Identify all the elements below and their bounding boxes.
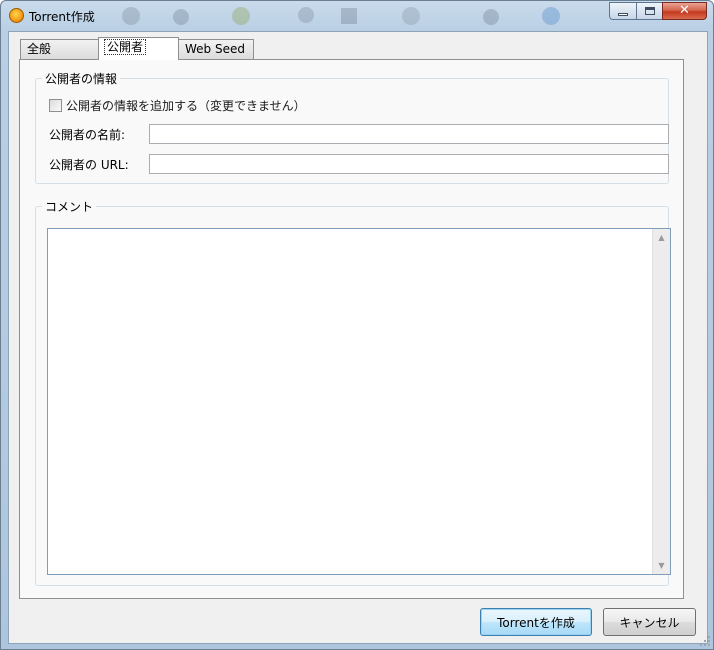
window-controls: ✕: [609, 2, 707, 20]
add-publisher-info-label: 公開者の情報を追加する（変更できません）: [66, 99, 306, 113]
close-icon: ✕: [679, 3, 690, 18]
tab-web-seed[interactable]: Web Seed: [178, 39, 254, 59]
scroll-down-icon[interactable]: ▼: [653, 557, 670, 574]
add-publisher-info-checkbox[interactable]: [49, 99, 62, 112]
publisher-name-input[interactable]: [149, 124, 669, 144]
maximize-icon: [645, 7, 655, 15]
publisher-info-group: 公開者の情報 公開者の情報を追加する（変更できません） 公開者の名前: 公開者の…: [35, 70, 669, 184]
publisher-url-input[interactable]: [149, 154, 669, 174]
maximize-button[interactable]: [636, 2, 662, 20]
utorrent-logo-icon: [9, 8, 24, 23]
title-bar-decoration: [122, 7, 560, 25]
tab-general[interactable]: 全般: [20, 39, 101, 59]
tab-publisher-label: 公開者: [103, 39, 147, 55]
minimize-icon: [618, 13, 628, 16]
comment-scrollbar[interactable]: ▲ ▼: [652, 229, 670, 574]
cancel-button[interactable]: キャンセル: [603, 608, 696, 636]
publisher-name-label: 公開者の名前:: [49, 128, 126, 142]
window-title: Torrent作成: [29, 10, 95, 24]
title-bar[interactable]: Torrent作成 ✕: [1, 1, 713, 31]
torrent-create-window: Torrent作成 ✕ 全般 公開者 Web Seed 公開者の情報 公開者の情…: [0, 0, 714, 650]
tab-web-seed-label: Web Seed: [185, 42, 245, 56]
dialog-client-area: 全般 公開者 Web Seed 公開者の情報 公開者の情報を追加する（変更できま…: [8, 31, 708, 644]
resize-grip-icon[interactable]: [699, 635, 711, 647]
publisher-info-group-title: 公開者の情報: [42, 70, 121, 87]
tab-publisher[interactable]: 公開者: [98, 37, 179, 60]
comment-textarea[interactable]: ▲ ▼: [47, 228, 671, 575]
scroll-up-icon[interactable]: ▲: [653, 229, 670, 246]
minimize-button[interactable]: [609, 2, 636, 20]
comment-group: コメント ▲ ▼: [35, 198, 671, 586]
comment-group-title: コメント: [42, 198, 97, 215]
publisher-url-label: 公開者の URL:: [49, 158, 129, 172]
publisher-tab-panel: 公開者の情報 公開者の情報を追加する（変更できません） 公開者の名前: 公開者の…: [19, 59, 684, 599]
create-torrent-button[interactable]: Torrentを作成: [480, 608, 592, 636]
close-button[interactable]: ✕: [662, 2, 707, 20]
tab-general-label: 全般: [27, 42, 52, 56]
add-publisher-info-row[interactable]: 公開者の情報を追加する（変更できません）: [49, 97, 306, 114]
